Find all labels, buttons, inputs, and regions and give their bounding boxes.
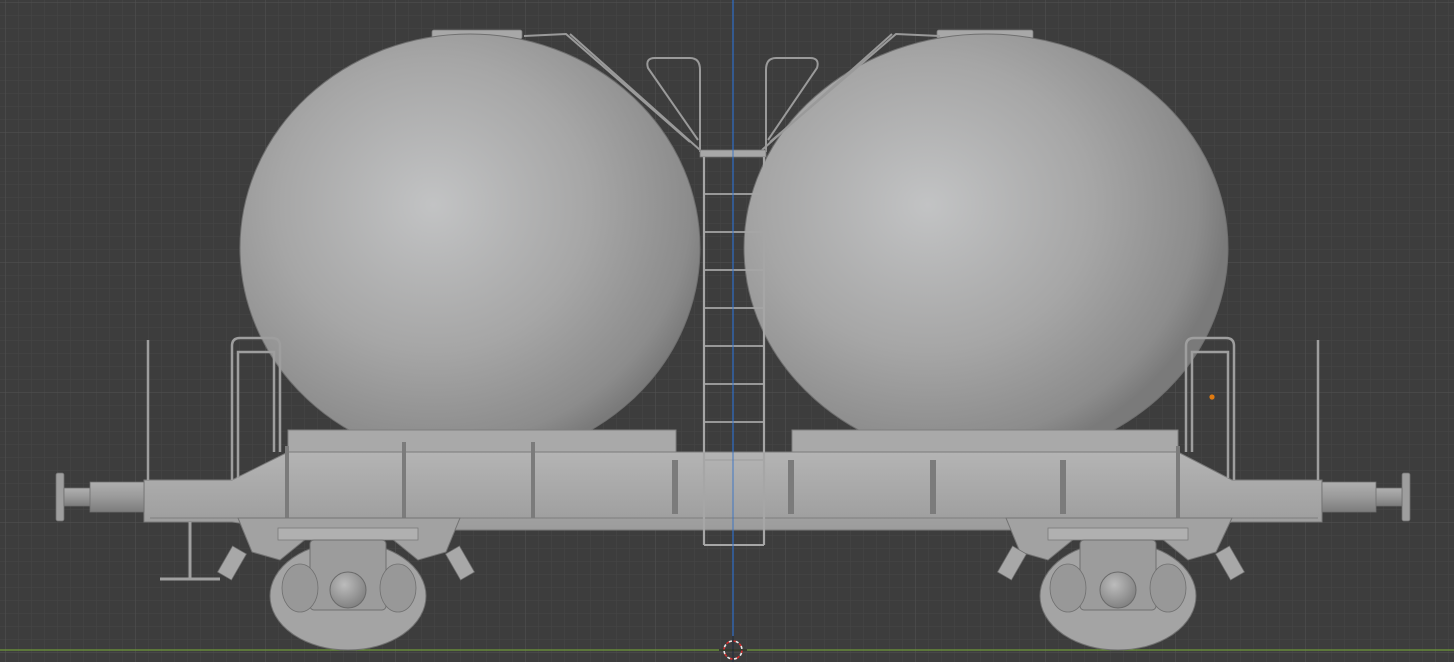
right-tank-saddle [791, 429, 1179, 453]
3d-viewport[interactable] [0, 0, 1454, 662]
right-sphere-tank[interactable] [743, 33, 1229, 463]
left-axle-box [329, 571, 367, 609]
left-sphere-tank[interactable] [239, 33, 701, 463]
right-axle-box [1099, 571, 1137, 609]
object-origin-dot[interactable] [1209, 394, 1215, 400]
viewport-canvas[interactable] [0, 0, 1454, 662]
left-tank-saddle [287, 429, 677, 453]
